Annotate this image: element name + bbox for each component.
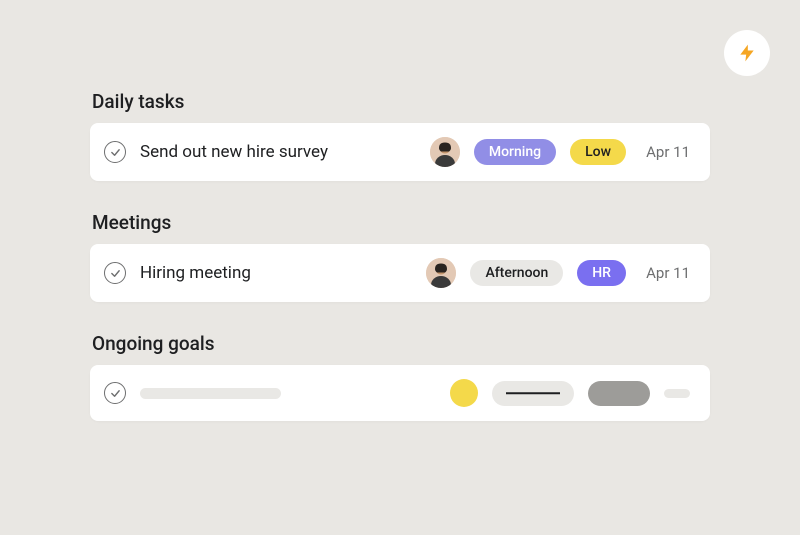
check-icon [110,388,121,399]
complete-checkbox[interactable] [104,141,126,163]
placeholder-text [140,388,281,399]
category-tag[interactable]: HR [577,260,626,286]
placeholder-tag [588,381,650,406]
placeholder-avatar [450,379,478,407]
complete-checkbox[interactable] [104,382,126,404]
placeholder-date [664,389,690,398]
assignee-avatar[interactable] [430,137,460,167]
section-ongoing-goals: Ongoing goals [90,332,710,421]
check-icon [110,268,121,279]
task-date: Apr 11 [640,143,690,161]
priority-tag[interactable]: Low [570,139,626,165]
time-tag[interactable]: Afternoon [470,260,563,286]
automation-badge[interactable] [724,30,770,76]
placeholder-tag [492,381,574,406]
section-title-goals: Ongoing goals [90,332,710,355]
task-date: Apr 11 [640,264,690,282]
section-title-daily: Daily tasks [90,90,710,113]
task-name: Hiring meeting [140,263,412,283]
lightning-icon [737,43,757,63]
section-meetings: Meetings Hiring meeting Afternoon HR Apr… [90,211,710,302]
assignee-avatar[interactable] [426,258,456,288]
section-title-meetings: Meetings [90,211,710,234]
task-row[interactable]: Hiring meeting Afternoon HR Apr 11 [90,244,710,302]
task-list: Daily tasks Send out new hire survey Mor… [0,0,800,421]
section-daily-tasks: Daily tasks Send out new hire survey Mor… [90,90,710,181]
task-row[interactable]: Send out new hire survey Morning Low Apr… [90,123,710,181]
time-tag[interactable]: Morning [474,139,556,165]
check-icon [110,147,121,158]
task-row-placeholder[interactable] [90,365,710,421]
task-name: Send out new hire survey [140,142,416,162]
complete-checkbox[interactable] [104,262,126,284]
